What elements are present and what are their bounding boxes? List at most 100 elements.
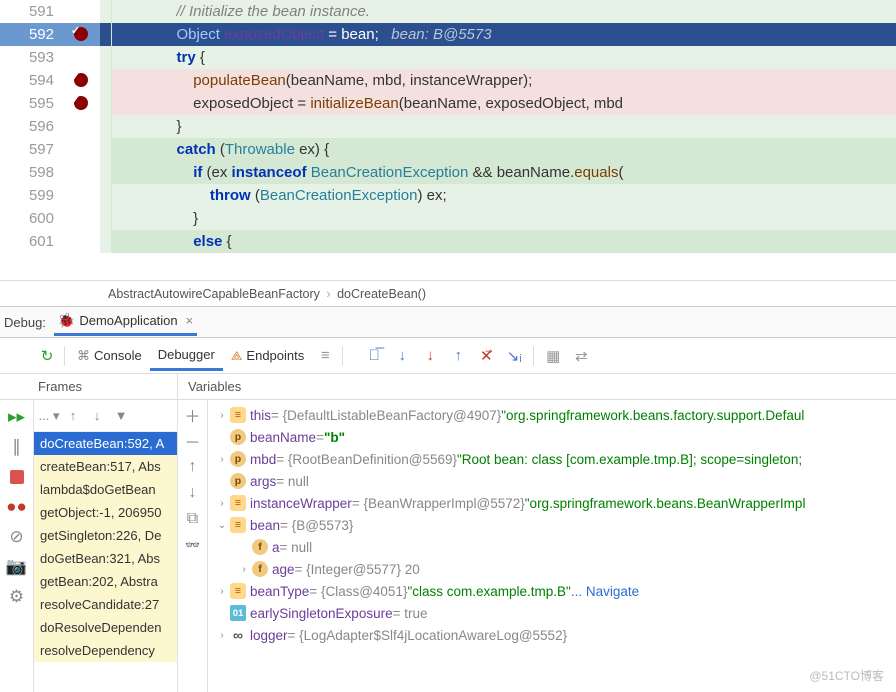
variable-row[interactable]: ⌄≡bean = {B@5573} <box>214 514 896 536</box>
variable-row[interactable]: ›pmbd = {RootBeanDefinition@5569} "Root … <box>214 448 896 470</box>
stack-frame[interactable]: lambda$doGetBean <box>34 478 177 501</box>
stack-frame[interactable]: resolveCandidate:27 <box>34 593 177 616</box>
panel-headers: Frames Variables <box>0 374 896 400</box>
bug-icon: 🐞 <box>58 312 75 329</box>
resume-icon[interactable]: ▸▸ <box>4 404 30 430</box>
expand-icon[interactable]: ⌄ <box>214 520 230 531</box>
variable-row[interactable]: fa = null <box>214 536 896 558</box>
expand-icon[interactable]: › <box>214 630 230 641</box>
code-line[interactable]: 597 catch (Throwable ex) { <box>0 138 896 161</box>
run-to-cursor-icon[interactable]: ↘ᵢ <box>501 343 527 369</box>
filter-icon[interactable]: ▼ <box>110 408 132 423</box>
kind-badge: ≡ <box>230 495 246 511</box>
frames-panel: ... ▾ ↑ ↓ ▼ doCreateBean:592, AcreateBea… <box>34 400 178 692</box>
breadcrumb[interactable]: AbstractAutowireCapableBeanFactory › doC… <box>0 280 896 306</box>
variable-row[interactable]: ›fage = {Integer@5577} 20 <box>214 558 896 580</box>
chevron-right-icon: › <box>323 287 333 301</box>
variable-row[interactable]: ›≡beanType = {Class@4051} "class com.exa… <box>214 580 896 602</box>
tab-console[interactable]: ⌘Console <box>69 342 150 370</box>
navigate-link[interactable]: ... Navigate <box>571 584 639 599</box>
show-watches-icon[interactable]: 👓 <box>182 534 204 556</box>
stop-icon[interactable] <box>10 470 24 484</box>
stack-frame[interactable]: getObject:-1, 206950 <box>34 501 177 524</box>
tab-endpoints[interactable]: ⟁Endpoints <box>223 342 312 370</box>
watermark: @51CTO博客 <box>809 667 884 684</box>
expand-icon[interactable]: › <box>214 586 230 597</box>
debug-label: Debug: <box>4 315 46 330</box>
code-line[interactable]: 594✓ populateBean(beanName, mbd, instanc… <box>0 69 896 92</box>
variable-row[interactable]: 01earlySingletonExposure = true <box>214 602 896 624</box>
kind-badge: ∞ <box>230 627 246 643</box>
kind-badge: f <box>252 539 268 555</box>
stack-frame[interactable]: resolveDependency <box>34 639 177 662</box>
drop-frame-icon[interactable]: ✕⃗ <box>473 343 499 369</box>
variables-panel[interactable]: ›≡this = {DefaultListableBeanFactory@490… <box>208 400 896 692</box>
expand-icon[interactable]: › <box>214 410 230 421</box>
copy-icon[interactable]: ⧉ <box>182 508 204 530</box>
code-line[interactable]: 601 else { <box>0 230 896 253</box>
variable-row[interactable]: ›≡this = {DefaultListableBeanFactory@490… <box>214 404 896 426</box>
variables-rail: ＋ － ↑ ↓ ⧉ 👓 <box>178 400 208 692</box>
kind-badge: 01 <box>230 605 246 621</box>
code-line[interactable]: 599 throw (BeanCreationException) ex; <box>0 184 896 207</box>
breadcrumb-class[interactable]: AbstractAutowireCapableBeanFactory <box>108 287 320 301</box>
variable-row[interactable]: pargs = null <box>214 470 896 492</box>
settings-icon[interactable]: ⚙ <box>4 584 30 610</box>
debug-run-config-tab[interactable]: 🐞 DemoApplication × <box>54 308 197 336</box>
run-config-name: DemoApplication <box>79 313 177 328</box>
code-line[interactable]: 600 } <box>0 207 896 230</box>
code-line[interactable]: 593 try { <box>0 46 896 69</box>
view-breakpoints-icon[interactable]: ●● <box>4 494 30 520</box>
stack-frame[interactable]: doResolveDependen <box>34 616 177 639</box>
breadcrumb-method[interactable]: doCreateBean() <box>337 287 426 301</box>
debugger-body: ▸▸ ∥ ●● ⊘ 📷 ⚙ ... ▾ ↑ ↓ ▼ doCreateBean:5… <box>0 400 896 692</box>
step-over-icon[interactable]: ⭳̅ <box>361 343 387 369</box>
prev-frame-icon[interactable]: ↑ <box>62 408 84 423</box>
debug-actions-rail: ▸▸ ∥ ●● ⊘ 📷 ⚙ <box>0 400 34 692</box>
next-frame-icon[interactable]: ↓ <box>86 408 108 423</box>
evaluate-expression-icon[interactable]: ▦ <box>540 343 566 369</box>
force-step-into-icon[interactable]: ↓ <box>417 343 443 369</box>
kind-badge: p <box>230 451 246 467</box>
frames-header: Frames <box>0 374 178 400</box>
variables-header: Variables <box>178 374 896 400</box>
debug-tool-window-header: Debug: 🐞 DemoApplication × <box>0 306 896 338</box>
step-out-icon[interactable]: ↑ <box>445 343 471 369</box>
get-thread-dump-icon[interactable]: 📷 <box>4 554 30 580</box>
stack-frame[interactable]: createBean:517, Abs <box>34 455 177 478</box>
stack-frame[interactable]: doCreateBean:592, A <box>34 432 177 455</box>
mute-breakpoints-icon[interactable]: ⊘ <box>4 524 30 550</box>
stack-frame[interactable]: getBean:202, Abstra <box>34 570 177 593</box>
thread-selector[interactable]: ... ▾ <box>38 408 60 424</box>
kind-badge: ≡ <box>230 583 246 599</box>
variable-row[interactable]: ›≡instanceWrapper = {BeanWrapperImpl@557… <box>214 492 896 514</box>
step-into-icon[interactable]: ↓ <box>389 343 415 369</box>
code-line[interactable]: 598 if (ex instanceof BeanCreationExcept… <box>0 161 896 184</box>
trace-icon[interactable]: ⇄ <box>568 343 594 369</box>
code-line[interactable]: 596 } <box>0 115 896 138</box>
move-down-icon[interactable]: ↓ <box>182 482 204 504</box>
close-icon[interactable]: × <box>186 313 194 328</box>
kind-badge: ≡ <box>230 407 246 423</box>
expand-icon[interactable]: › <box>214 498 230 509</box>
code-line[interactable]: 595✓ exposedObject = initializeBean(bean… <box>0 92 896 115</box>
variable-row[interactable]: ›∞logger = {LogAdapter$Slf4jLocationAwar… <box>214 624 896 646</box>
frames-list[interactable]: doCreateBean:592, AcreateBean:517, Absla… <box>34 432 177 692</box>
code-line[interactable]: 591 // Initialize the bean instance. <box>0 0 896 23</box>
expand-icon[interactable]: › <box>236 564 252 575</box>
code-editor[interactable]: 591 // Initialize the bean instance.592✓… <box>0 0 896 280</box>
stack-frame[interactable]: getSingleton:226, De <box>34 524 177 547</box>
pause-icon[interactable]: ∥ <box>4 434 30 460</box>
code-line[interactable]: 592✓ Object exposedObject = bean; bean: … <box>0 23 896 46</box>
threads-icon[interactable]: ≡ <box>312 343 338 369</box>
variable-row[interactable]: pbeanName = "b" <box>214 426 896 448</box>
move-up-icon[interactable]: ↑ <box>182 456 204 478</box>
kind-badge: p <box>230 473 246 489</box>
add-watch-icon[interactable]: ＋ <box>182 404 204 426</box>
stack-frame[interactable]: doGetBean:321, Abs <box>34 547 177 570</box>
rerun-icon[interactable]: ↻ <box>34 343 60 369</box>
remove-watch-icon[interactable]: － <box>182 430 204 452</box>
expand-icon[interactable]: › <box>214 454 230 465</box>
frames-toolbar: ... ▾ ↑ ↓ ▼ <box>34 400 177 432</box>
tab-debugger[interactable]: Debugger <box>150 341 223 371</box>
